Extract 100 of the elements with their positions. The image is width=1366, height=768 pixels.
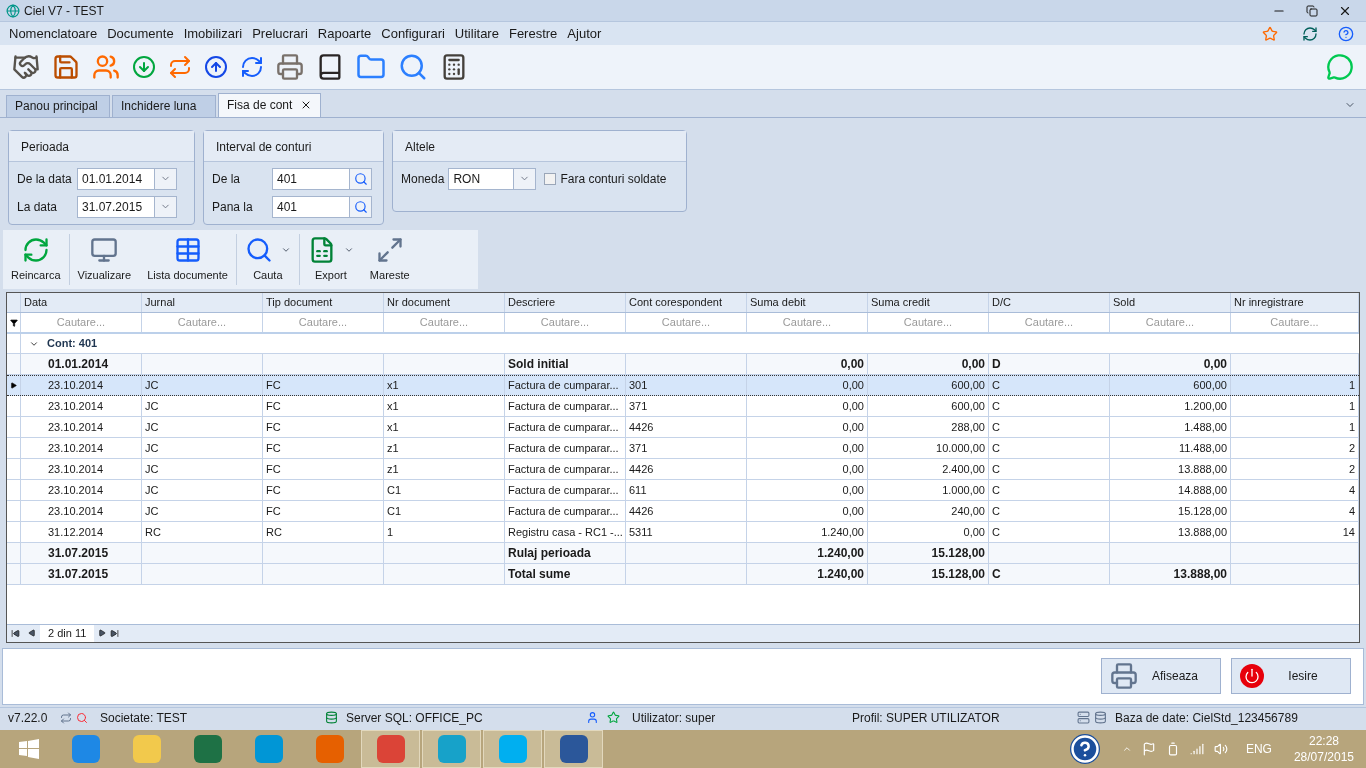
tab[interactable]: Inchidere luna — [112, 94, 216, 117]
database-icon — [325, 711, 338, 725]
search-field[interactable]: Cautare... — [626, 313, 747, 333]
field-label: De la — [212, 170, 241, 187]
table-cell-text: Registru casa - RC1 -... — [508, 524, 623, 540]
table-cell-text: 1.240,00 — [817, 545, 864, 563]
menu-item[interactable]: Ajutor — [562, 23, 607, 44]
account-field[interactable]: 401 — [272, 195, 372, 218]
toolbar-button[interactable]: Vizualizare — [69, 229, 140, 290]
table-cell-text: 23.10.2014 — [48, 461, 104, 477]
column-header[interactable]: Data — [21, 293, 142, 313]
people-icon[interactable] — [92, 52, 120, 81]
upload-icon[interactable] — [204, 54, 228, 79]
column-header[interactable]: Suma credit — [868, 293, 989, 313]
company-label: Societate: TEST — [100, 709, 189, 726]
menu-item[interactable]: Nomenclatoare — [4, 23, 103, 44]
account-field[interactable]: 401 — [272, 167, 372, 190]
column-header[interactable]: Sold — [1110, 293, 1231, 313]
speaker-icon[interactable] — [1213, 742, 1228, 756]
table-cell-text: 15.128,00 — [931, 566, 985, 584]
search-field[interactable]: Cautare... — [142, 313, 263, 333]
table-cell-text: 01.01.2014 — [48, 356, 109, 374]
column-header[interactable]: D/C — [989, 293, 1110, 313]
toolbar-button[interactable]: Export — [299, 229, 362, 290]
tab[interactable]: Panou principal — [6, 94, 110, 117]
column-header[interactable]: Tip document — [263, 293, 384, 313]
table-cell-text: C — [992, 440, 1000, 456]
currency-dropdown[interactable]: RON — [448, 167, 537, 190]
column-header[interactable]: Descriere — [505, 293, 626, 313]
restore-icon[interactable] — [1306, 4, 1318, 17]
table-cell-text: 0,00 — [842, 461, 864, 477]
swap-icon[interactable] — [168, 54, 192, 79]
checkbox[interactable] — [544, 172, 557, 185]
refresh-icon[interactable] — [1302, 25, 1318, 42]
search-field[interactable]: Cautare... — [21, 313, 142, 333]
menu-item[interactable]: Rapoarte — [312, 23, 377, 44]
search-field[interactable]: Cautare... — [1231, 313, 1359, 333]
tab[interactable]: Fisa de cont — [218, 92, 322, 117]
search-field[interactable]: Cautare... — [1110, 313, 1231, 333]
last-page-icon[interactable] — [110, 628, 120, 638]
taskbar-app[interactable] — [361, 730, 420, 768]
first-page-icon[interactable] — [11, 628, 20, 638]
table-cell-text: C — [992, 524, 1000, 540]
menu-item[interactable]: Ferestre — [503, 23, 563, 44]
toolbar-button[interactable]: Reincarca — [3, 229, 69, 290]
next-page-icon[interactable] — [98, 629, 107, 638]
table-cell-text: x1 — [387, 419, 399, 435]
signal-icon[interactable] — [1189, 742, 1204, 756]
table-cell-text: JC — [145, 419, 159, 435]
field-label: La data — [17, 198, 59, 215]
search-field[interactable]: Cautare... — [868, 313, 989, 333]
menu-item[interactable]: Configurari — [376, 23, 450, 44]
table-cell-text: Factura de cumparar... — [508, 440, 619, 456]
menu-item[interactable]: Documente — [102, 23, 179, 44]
taskbar-app[interactable] — [422, 730, 481, 768]
menu-item[interactable]: Utilitare — [449, 23, 504, 44]
download-icon[interactable] — [132, 54, 156, 79]
search-field[interactable]: Cautare... — [263, 313, 384, 333]
toolbar-button[interactable]: Cauta — [236, 229, 299, 290]
toolbar-button[interactable]: Lista documente — [139, 229, 236, 290]
handshake-icon[interactable] — [12, 52, 40, 81]
table-cell-text: 23.10.2014 — [48, 440, 104, 456]
table-cell-text: 240,00 — [951, 503, 985, 519]
table-cell-text: 31.12.2014 — [48, 524, 104, 540]
table-cell-text: Factura de cumparar... — [508, 461, 619, 477]
search-field[interactable]: Cautare... — [505, 313, 626, 333]
previous-page-icon[interactable] — [28, 629, 36, 638]
taskbar-app[interactable] — [544, 730, 603, 768]
caret-icon[interactable] — [1121, 744, 1132, 754]
date-field[interactable]: 31.07.2015 — [77, 195, 177, 218]
sync-icon[interactable] — [240, 54, 264, 79]
column-header[interactable]: Suma debit — [747, 293, 868, 313]
search-field[interactable]: Cautare... — [989, 313, 1110, 333]
menu-item[interactable]: Imobilizari — [178, 23, 248, 44]
toolbar-button[interactable]: Mareste — [361, 229, 418, 290]
table-cell-text: 371 — [629, 398, 648, 414]
star-icon[interactable] — [1262, 25, 1278, 42]
flag-icon[interactable] — [1141, 742, 1156, 756]
help-icon[interactable] — [1338, 25, 1354, 42]
windows-logo-icon — [19, 739, 39, 759]
table-cell-text: 0,00 — [842, 440, 864, 456]
table-cell-text: JC — [145, 503, 159, 519]
help-icon[interactable] — [1069, 734, 1100, 764]
search-icon[interactable] — [349, 196, 371, 217]
column-header[interactable]: Nr inregistrare — [1231, 293, 1359, 313]
print-button[interactable]: Afiseaza — [1101, 658, 1221, 695]
table-cell-text: 1 — [1348, 419, 1355, 435]
date-field[interactable]: 01.01.2014 — [77, 167, 177, 190]
menu-item[interactable]: Prelucrari — [247, 23, 313, 44]
search-field[interactable]: Cautare... — [747, 313, 868, 333]
power-icon — [1240, 664, 1264, 689]
column-header[interactable]: Jurnal — [142, 293, 263, 313]
column-header[interactable]: Nr document — [384, 293, 505, 313]
database-label: Baza de date: CielStd_123456789 — [1115, 709, 1298, 726]
search-field[interactable]: Cautare... — [384, 313, 505, 333]
profile-label: Profil: SUPER UTILIZATOR — [852, 709, 1001, 726]
table-cell-text: x1 — [387, 398, 399, 414]
search-icon[interactable] — [349, 168, 371, 189]
exit-button[interactable]: Iesire — [1231, 658, 1351, 695]
column-header[interactable]: Cont corespondent — [626, 293, 747, 313]
